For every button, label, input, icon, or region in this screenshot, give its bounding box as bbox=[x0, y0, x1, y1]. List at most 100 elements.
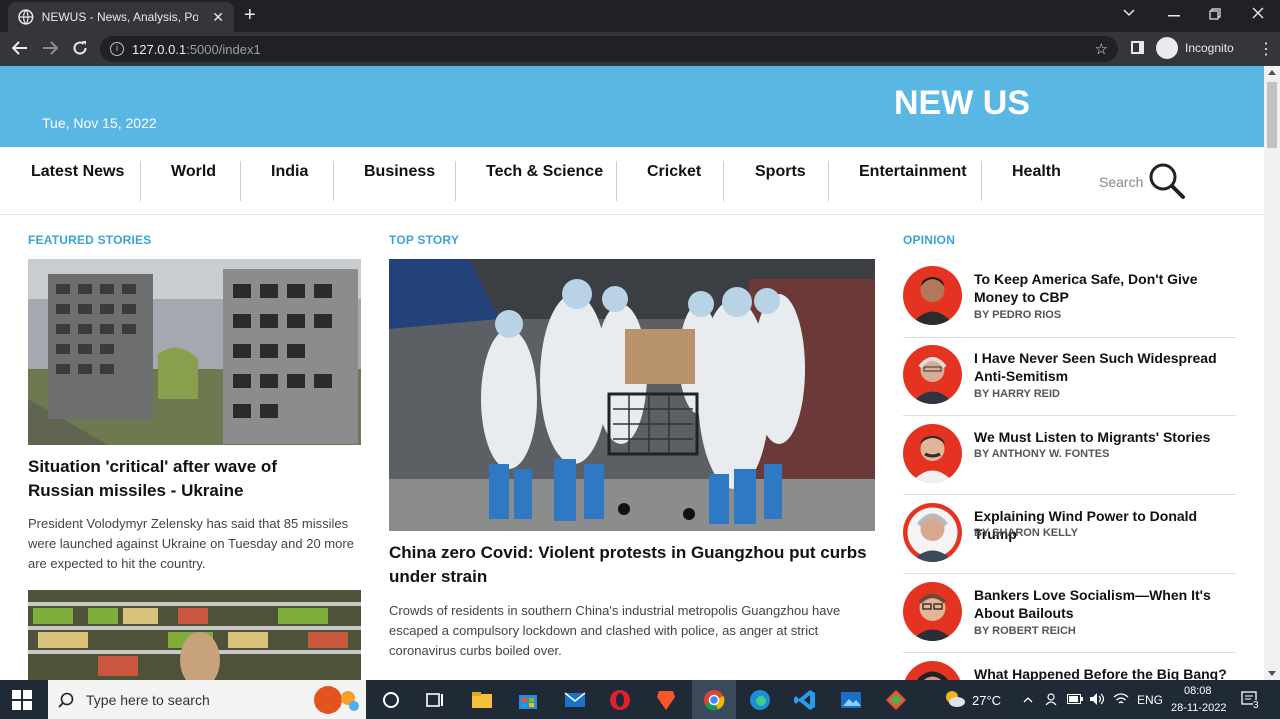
featured-heading: FEATURED STORIES bbox=[28, 233, 152, 247]
masthead-date: Tue, Nov 15, 2022 bbox=[42, 115, 157, 131]
author-avatar bbox=[903, 345, 962, 404]
nav-latest-news[interactable]: Latest News bbox=[31, 163, 124, 181]
grocery-shelves-image bbox=[28, 590, 361, 680]
destroyed-building-image bbox=[28, 259, 361, 445]
browser-tab[interactable]: NEWUS - News, Analysis, Politics ✕ bbox=[8, 2, 234, 32]
page-scrollbar[interactable] bbox=[1264, 66, 1280, 680]
featured-story-image[interactable] bbox=[28, 259, 361, 445]
new-tab-button[interactable]: + bbox=[244, 5, 256, 25]
restore-icon[interactable] bbox=[1209, 8, 1221, 20]
top-story-heading: TOP STORY bbox=[389, 233, 460, 247]
nav-business[interactable]: Business bbox=[364, 163, 435, 181]
people-icon[interactable] bbox=[1044, 692, 1058, 706]
nav-divider bbox=[981, 161, 982, 201]
scroll-up-arrow-icon[interactable] bbox=[1268, 70, 1276, 75]
opinion-item[interactable]: What Happened Before the Big Bang? bbox=[903, 661, 1236, 680]
volume-icon[interactable] bbox=[1089, 692, 1105, 706]
main-nav: Latest News World India Business Tech & … bbox=[0, 147, 1264, 215]
edge-icon[interactable] bbox=[748, 688, 772, 712]
opinion-item[interactable]: I Have Never Seen Such Widespread Anti-S… bbox=[903, 345, 1236, 416]
ms-store-icon[interactable] bbox=[516, 688, 540, 712]
opinion-item[interactable]: To Keep America Safe, Don't Give Money t… bbox=[903, 266, 1236, 338]
opinion-item[interactable]: We Must Listen to Migrants' Stories BY A… bbox=[903, 424, 1236, 495]
nav-entertainment[interactable]: Entertainment bbox=[859, 163, 967, 181]
task-view-icon[interactable] bbox=[423, 688, 447, 712]
tray-chevron-up-icon[interactable] bbox=[1023, 696, 1033, 703]
temperature-text[interactable]: 27°C bbox=[972, 693, 1001, 708]
nav-divider bbox=[455, 161, 456, 201]
opinion-title[interactable]: I Have Never Seen Such Widespread Anti-S… bbox=[974, 349, 1236, 385]
nav-divider bbox=[240, 161, 241, 201]
opinion-title[interactable]: What Happened Before the Big Bang? bbox=[974, 665, 1236, 680]
git-gui-icon[interactable] bbox=[884, 688, 908, 712]
nav-sports[interactable]: Sports bbox=[755, 163, 806, 181]
battery-icon[interactable] bbox=[1067, 694, 1083, 704]
nav-cricket[interactable]: Cricket bbox=[647, 163, 701, 181]
nav-tech-science[interactable]: Tech & Science bbox=[486, 163, 603, 181]
taskbar-search-placeholder: Type here to search bbox=[86, 691, 210, 708]
minimize-icon[interactable] bbox=[1168, 15, 1180, 17]
forward-arrow-icon[interactable] bbox=[42, 40, 58, 56]
side-panel-icon[interactable] bbox=[1131, 41, 1144, 54]
taskbar-search-input[interactable]: Type here to search bbox=[48, 680, 366, 719]
incognito-label: Incognito bbox=[1185, 41, 1234, 55]
opera-icon[interactable] bbox=[608, 688, 632, 712]
menu-kebab-icon[interactable]: ⋮ bbox=[1258, 39, 1274, 59]
reload-icon[interactable] bbox=[72, 40, 88, 56]
opinion-heading: OPINION bbox=[903, 233, 956, 247]
wifi-icon[interactable] bbox=[1113, 692, 1129, 706]
author-avatar bbox=[903, 661, 962, 680]
weather-icon[interactable] bbox=[943, 689, 965, 709]
top-story-headline[interactable]: China zero Covid: Violent protests in Gu… bbox=[389, 541, 875, 589]
tab-search-chevron-icon[interactable] bbox=[1123, 9, 1135, 17]
opinion-title[interactable]: We Must Listen to Migrants' Stories bbox=[974, 428, 1236, 446]
cortana-icon[interactable] bbox=[379, 688, 403, 712]
nav-health[interactable]: Health bbox=[1012, 163, 1061, 181]
windows-taskbar: Type here to search 27°C ENG 08:08 28-11… bbox=[0, 680, 1280, 719]
opinion-title[interactable]: To Keep America Safe, Don't Give Money t… bbox=[974, 270, 1236, 306]
site-logo[interactable]: NEW US bbox=[894, 84, 1030, 123]
url-path: :5000/index1 bbox=[186, 41, 261, 57]
scrollbar-thumb[interactable] bbox=[1267, 82, 1277, 148]
nav-world[interactable]: World bbox=[171, 163, 216, 181]
featured-story-2-image[interactable] bbox=[28, 590, 361, 680]
windows-start-icon[interactable] bbox=[12, 690, 32, 710]
author-avatar bbox=[903, 266, 962, 325]
opinion-item[interactable]: Explaining Wind Power to Donald Trump BY… bbox=[903, 503, 1236, 574]
top-story-summary: Crowds of residents in southern China's … bbox=[389, 603, 841, 658]
info-icon[interactable]: i bbox=[110, 42, 124, 56]
brave-icon[interactable] bbox=[654, 688, 678, 712]
author-avatar bbox=[903, 503, 962, 562]
nav-india[interactable]: India bbox=[271, 163, 308, 181]
scroll-down-arrow-icon[interactable] bbox=[1268, 671, 1276, 676]
url-input[interactable]: i 127.0.0.1:5000/index1 ☆ bbox=[100, 36, 1118, 62]
masthead: Tue, Nov 15, 2022 NEW US bbox=[0, 66, 1264, 147]
web-page: Tue, Nov 15, 2022 NEW US Latest News Wor… bbox=[0, 66, 1264, 680]
bookmark-star-icon[interactable]: ☆ bbox=[1095, 40, 1108, 58]
taskbar-search-icon bbox=[58, 692, 74, 708]
back-arrow-icon[interactable] bbox=[12, 40, 28, 56]
notification-count-badge: 3 bbox=[1253, 700, 1259, 711]
opinion-item[interactable]: Bankers Love Socialism—When It's About B… bbox=[903, 582, 1236, 653]
tab-close-icon[interactable]: ✕ bbox=[212, 9, 224, 26]
opinion-title[interactable]: Bankers Love Socialism—When It's About B… bbox=[974, 586, 1236, 622]
incognito-badge[interactable]: Incognito bbox=[1156, 37, 1234, 59]
language-indicator[interactable]: ENG bbox=[1137, 693, 1163, 707]
search-icon[interactable] bbox=[1147, 161, 1187, 201]
nav-divider bbox=[828, 161, 829, 201]
search-label[interactable]: Search bbox=[1099, 174, 1143, 190]
clock-time[interactable]: 08:08 bbox=[1184, 685, 1212, 697]
chrome-icon[interactable] bbox=[702, 688, 726, 712]
url-host: 127.0.0.1 bbox=[132, 41, 187, 57]
author-avatar bbox=[903, 424, 962, 483]
mail-icon[interactable] bbox=[563, 688, 587, 712]
vscode-icon[interactable] bbox=[793, 688, 817, 712]
photos-icon[interactable] bbox=[839, 688, 863, 712]
close-window-icon[interactable] bbox=[1252, 7, 1264, 19]
incognito-icon bbox=[1156, 37, 1178, 59]
clock-date[interactable]: 28-11-2022 bbox=[1171, 702, 1226, 714]
file-explorer-icon[interactable] bbox=[470, 688, 494, 712]
featured-story-headline[interactable]: Situation 'critical' after wave of Russi… bbox=[28, 455, 328, 503]
top-story-image[interactable] bbox=[389, 259, 875, 531]
hazmat-workers-image bbox=[389, 259, 875, 531]
